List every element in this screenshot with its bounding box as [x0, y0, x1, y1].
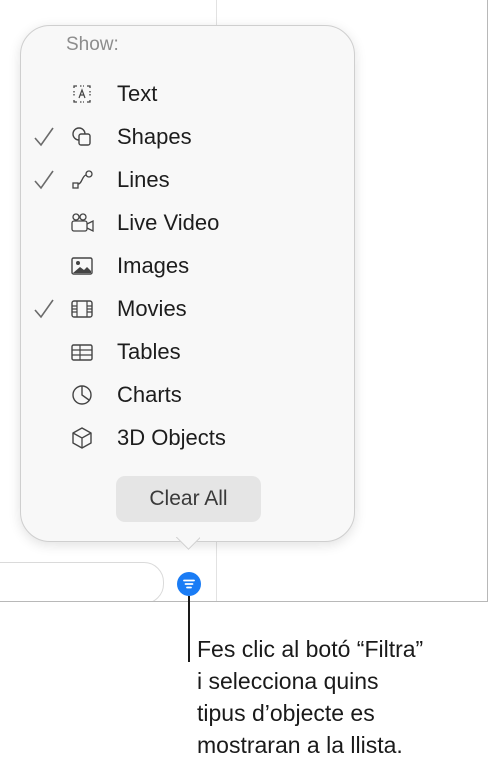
clear-all-button[interactable]: Clear All: [116, 476, 261, 522]
search-field[interactable]: [0, 562, 164, 601]
shapes-icon: [72, 127, 91, 146]
checkmark-icon: [34, 170, 54, 190]
table-icon: [71, 344, 93, 361]
menu-item-images[interactable]: Images: [21, 246, 321, 286]
checkmark-icon: [34, 127, 54, 147]
menu-item-label: Tables: [117, 339, 181, 364]
live-video-icon: [71, 213, 94, 233]
callout-line-3: tipus d’objecte es: [197, 700, 375, 726]
filter-icon: [183, 579, 195, 589]
cube-icon: [72, 427, 92, 449]
menu-item-label: Live Video: [117, 210, 220, 235]
callout-line-1: Fes clic al botó “Filtra”: [197, 636, 424, 662]
menu-item-3d-objects[interactable]: 3D Objects: [21, 418, 321, 458]
menu-item-shapes[interactable]: Shapes: [21, 117, 321, 157]
checkmark-icon: [34, 299, 54, 319]
text-box-icon: [73, 85, 91, 103]
popover-arrow: [176, 537, 200, 561]
menu-item-label: Lines: [117, 167, 170, 192]
callout-line-4: mostraran a la llista.: [197, 732, 403, 758]
popover-title: Show:: [66, 34, 119, 55]
menu-item-charts[interactable]: Charts: [21, 375, 321, 415]
menu-item-lines[interactable]: Lines: [21, 160, 321, 200]
filter-button[interactable]: [177, 572, 201, 596]
callout-text: Fes clic al botó “Filtra” i selecciona q…: [197, 633, 487, 761]
menu-item-text[interactable]: Text: [21, 74, 321, 114]
menu-item-label: Shapes: [117, 124, 192, 149]
chart-icon: [72, 385, 92, 405]
image-icon: [71, 257, 93, 275]
menu-item-label: Movies: [117, 296, 187, 321]
callout-line-2: i selecciona quins: [197, 668, 379, 694]
movie-icon: [71, 300, 93, 318]
lines-icon: [72, 170, 93, 189]
menu-item-label: Text: [117, 81, 158, 106]
menu-item-movies[interactable]: Movies: [21, 289, 321, 329]
menu-item-label: Charts: [117, 382, 182, 407]
show-filter-popover: Show: Text Shapes Lines Live Video Image…: [20, 25, 355, 542]
menu-item-label: Images: [117, 253, 190, 278]
menu-item-label: 3D Objects: [117, 425, 226, 450]
menu-item-live-video[interactable]: Live Video: [21, 203, 321, 243]
menu-item-tables[interactable]: Tables: [21, 332, 321, 372]
callout-leader-line: [188, 596, 190, 662]
